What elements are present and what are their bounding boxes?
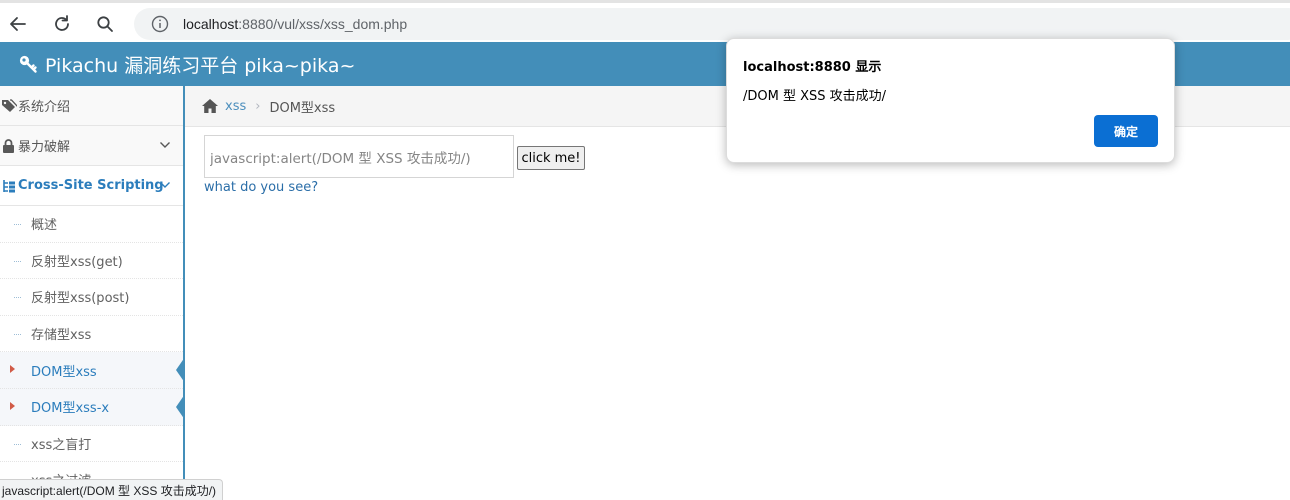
dialog-title: localhost:8880 显示: [743, 60, 882, 75]
home-icon[interactable]: [201, 98, 219, 114]
breadcrumb-separator-icon: ›: [255, 98, 261, 114]
what-do-you-see-link[interactable]: what do you see?: [204, 180, 318, 195]
active-pointer-icon: [176, 393, 183, 420]
sidebar-item-xss[interactable]: Cross-Site Scripting: [0, 166, 183, 206]
xss-submenu: 概述 反射型xss(get) 反射型xss(post) 存储型xss DOM型x…: [0, 206, 183, 499]
url-host: localhost: [183, 16, 239, 32]
tags-icon: [2, 98, 17, 112]
search-icon: [97, 16, 113, 32]
caret-right-icon: [10, 365, 15, 374]
submenu-item-reflected-post[interactable]: 反射型xss(post): [0, 279, 183, 316]
submenu-item-blind[interactable]: xss之盲打: [0, 426, 183, 463]
main-content: click me! what do you see?: [204, 135, 585, 195]
url-path: :8880/vul/xss/xss_dom.php: [238, 16, 408, 32]
submenu-item-dom[interactable]: DOM型xss: [0, 352, 183, 389]
active-pointer-icon: [176, 357, 183, 384]
breadcrumb-current: DOM型xss: [269, 100, 336, 116]
info-icon[interactable]: [151, 15, 169, 33]
submenu-item-label: DOM型xss-x: [31, 401, 110, 417]
sidebar-item-label: 系统介绍: [18, 100, 71, 115]
submenu-item-stored[interactable]: 存储型xss: [0, 316, 183, 353]
submenu-item-label: DOM型xss: [31, 364, 97, 380]
site-title: Pikachu 漏洞练习平台 pika~pika~: [45, 54, 356, 77]
caret-right-icon: [10, 401, 15, 410]
submenu-item-label: 反射型xss(post): [31, 291, 130, 307]
chevron-down-icon[interactable]: [159, 139, 171, 151]
submenu-item-label: 概述: [31, 218, 58, 234]
submenu-item-label: 存储型xss: [31, 328, 92, 344]
dialog-ok-button[interactable]: 确定: [1094, 115, 1158, 147]
brand[interactable]: Pikachu 漏洞练习平台 pika~pika~: [18, 51, 355, 78]
sidebar-item-label: 暴力破解: [18, 140, 71, 155]
alert-dialog: localhost:8880 显示 /DOM 型 XSS 攻击成功/ 确定: [726, 38, 1175, 163]
browser-toolbar: localhost:8880/vul/xss/xss_dom.php: [0, 0, 1290, 42]
sidebar-item-label: Cross-Site Scripting: [18, 178, 164, 193]
back-button[interactable]: [4, 11, 32, 37]
submenu-item-reflected-get[interactable]: 反射型xss(get): [0, 243, 183, 280]
arrow-left-icon: [10, 17, 26, 31]
sidebar: 系统介绍 暴力破解 Cross-Site Scripting 概述 反射型xss…: [0, 86, 185, 500]
xss-text-input[interactable]: [204, 135, 514, 178]
status-bar: javascript:alert(/DOM 型 XSS 攻击成功/): [0, 479, 224, 500]
lock-icon: [3, 138, 14, 153]
reload-icon: [55, 15, 69, 31]
key-icon: [19, 55, 37, 73]
submenu-item-dom-x[interactable]: DOM型xss-x: [0, 388, 183, 426]
chevron-down-icon[interactable]: [159, 179, 171, 191]
sitemap-icon: [3, 179, 15, 192]
search-button[interactable]: [91, 11, 119, 37]
click-me-button[interactable]: click me!: [517, 146, 585, 170]
sidebar-item-bruteforce[interactable]: 暴力破解: [0, 126, 183, 166]
reload-button[interactable]: [48, 11, 76, 37]
dialog-message: /DOM 型 XSS 攻击成功/: [743, 89, 887, 104]
sidebar-item-intro[interactable]: 系统介绍: [0, 86, 183, 126]
address-bar[interactable]: localhost:8880/vul/xss/xss_dom.php: [134, 8, 1290, 40]
url-text[interactable]: localhost:8880/vul/xss/xss_dom.php: [183, 16, 407, 32]
submenu-item-label: 反射型xss(get): [31, 254, 123, 270]
submenu-item-label: xss之盲打: [31, 437, 92, 453]
breadcrumb-link-xss[interactable]: xss: [225, 99, 246, 114]
submenu-item-overview[interactable]: 概述: [0, 206, 183, 243]
